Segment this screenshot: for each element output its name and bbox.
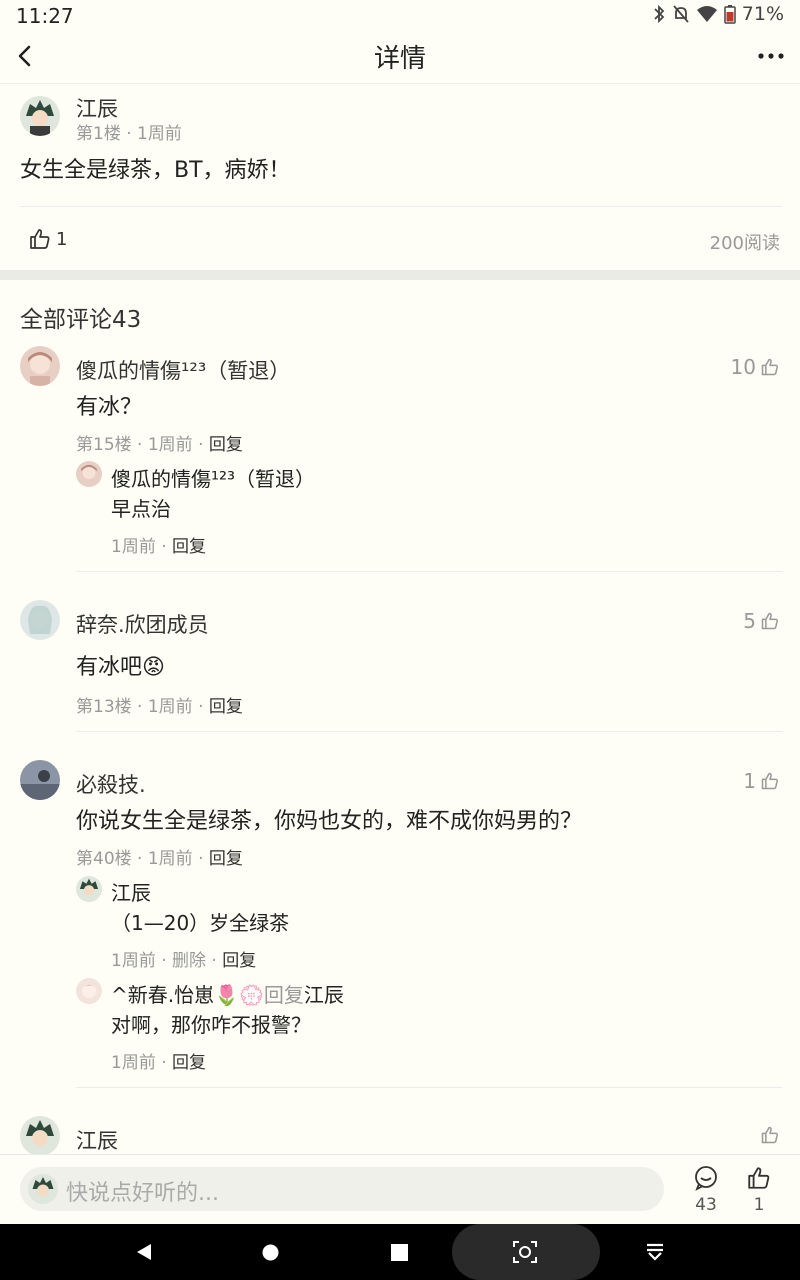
bottom-action-bar: 快说点好听的... 43 1 <box>0 1154 800 1224</box>
section-separator <box>0 270 800 280</box>
reply-meta: 1周前 · 回复 <box>111 1048 206 1073</box>
thumbs-up-icon <box>761 1126 778 1144</box>
comments-count: 43 <box>695 1195 717 1215</box>
wifi-icon <box>696 6 717 22</box>
nav-back-icon[interactable] <box>134 1242 154 1262</box>
status-icons: 71% <box>652 3 784 25</box>
thumbs-up-icon <box>761 358 778 376</box>
comment-author-name[interactable]: 江辰 <box>76 1125 118 1155</box>
thumbs-up-icon <box>761 612 778 630</box>
reply-content: 早点治 <box>111 497 171 521</box>
bluetooth-icon <box>654 4 665 24</box>
status-time: 11:27 <box>16 4 74 28</box>
app-bar: 详情 <box>0 30 800 84</box>
comment-divider <box>76 571 782 572</box>
comment-content: 有冰吧😡 <box>76 655 165 680</box>
reply-meta: 1周前 · 回复 <box>111 532 206 557</box>
comments-button[interactable]: 43 <box>686 1165 726 1215</box>
reply-content: 对啊，那你咋不报警？ <box>111 1013 311 1037</box>
reply-meta-text: 1周前 · <box>111 537 173 557</box>
comment-content: 你说女生全是绿茶，你妈也女的，难不成你妈男的？ <box>76 809 583 834</box>
notification-pull-icon[interactable] <box>645 1242 665 1262</box>
screenshot-icon[interactable] <box>512 1240 538 1264</box>
comment-divider <box>76 1087 782 1088</box>
post-content: 女生全是绿茶，BT，病娇！ <box>20 158 291 183</box>
comment-avatar[interactable] <box>20 600 60 640</box>
thumbs-up-icon <box>30 229 50 249</box>
post-meta: 第1楼 · 1周前 <box>76 124 182 144</box>
reply-reply-link[interactable]: 回复 <box>222 951 256 971</box>
post-read-count: 200阅读 <box>709 233 780 254</box>
comment-like-count: 10 <box>730 355 756 379</box>
comment-author-name[interactable]: 辞奈.欣团成员 <box>76 609 209 639</box>
comment-avatar[interactable] <box>20 346 60 386</box>
comment-reply-link[interactable]: 回复 <box>209 849 243 869</box>
comment-like-button[interactable] <box>760 1125 780 1145</box>
reply-avatar[interactable] <box>76 461 102 487</box>
reply-meta: 1周前 · 删除 · 回复 <box>111 946 256 971</box>
reply-reply-link[interactable]: 回复 <box>172 537 206 557</box>
thumbs-up-icon <box>748 1167 770 1189</box>
comment-divider <box>76 731 782 732</box>
battery-level: 71% <box>741 3 784 25</box>
reply-to-word: 回复 <box>263 983 304 1007</box>
post-like-count: 1 <box>56 228 68 250</box>
status-bar: 11:27 71% <box>0 0 800 30</box>
like-button[interactable]: 1 <box>739 1165 779 1215</box>
reply-avatar[interactable] <box>76 876 102 902</box>
post-divider <box>20 206 782 207</box>
comments-title: 全部评论43 <box>20 307 142 333</box>
comment-meta-text: 第13楼 · 1周前 · <box>76 697 209 717</box>
reply-meta-text: 1周前 · 删除 · <box>111 951 223 971</box>
page-title: 详情 <box>373 44 426 74</box>
more-options-icon[interactable] <box>756 46 786 66</box>
post-author-avatar[interactable] <box>20 96 60 136</box>
reply-header: ^新春.怡崽🌷💮回复江辰 <box>111 979 344 1008</box>
comment-like-count: 1 <box>743 769 756 793</box>
reply-reply-link[interactable]: 回复 <box>172 1053 206 1073</box>
reply-to-name[interactable]: 江辰 <box>304 983 344 1007</box>
reply-meta-text: 1周前 · <box>111 1053 173 1073</box>
comment-author-name[interactable]: 傻瓜的情傷¹²³（暂退） <box>76 355 290 385</box>
comment-like-button[interactable]: 5 <box>743 609 780 633</box>
comment-input[interactable]: 快说点好听的... <box>20 1167 664 1211</box>
reply-avatar[interactable] <box>76 978 102 1004</box>
comment-like-button[interactable]: 1 <box>743 769 780 793</box>
comment-reply-link[interactable]: 回复 <box>209 697 243 717</box>
comment-meta: 第40楼 · 1周前 · 回复 <box>76 844 243 869</box>
comment-meta-text: 第15楼 · 1周前 · <box>76 435 209 455</box>
comment-reply-link[interactable]: 回复 <box>209 435 243 455</box>
nav-recents-icon[interactable] <box>391 1244 408 1261</box>
comment-meta: 第13楼 · 1周前 · 回复 <box>76 692 243 717</box>
reply-author-name[interactable]: ^新春.怡崽🌷💮 <box>111 983 264 1007</box>
post-like-button[interactable]: 1 <box>28 227 67 251</box>
likes-count: 1 <box>753 1195 765 1215</box>
my-avatar <box>28 1174 58 1204</box>
comment-like-count: 5 <box>743 609 756 633</box>
comment-avatar[interactable] <box>20 1116 60 1156</box>
comment-meta: 第15楼 · 1周前 · 回复 <box>76 430 243 455</box>
system-nav-bar <box>0 1224 800 1280</box>
comment-bubble-icon <box>695 1166 717 1191</box>
comment-meta-text: 第40楼 · 1周前 · <box>76 849 209 869</box>
nav-home-icon[interactable] <box>262 1244 279 1261</box>
comment-input-placeholder: 快说点好听的... <box>66 1181 219 1206</box>
comment-content: 有冰？ <box>76 395 143 420</box>
thumbs-up-icon <box>761 772 778 790</box>
comment-like-button[interactable]: 10 <box>731 355 780 379</box>
comment-avatar[interactable] <box>20 760 60 800</box>
reply-author-name[interactable]: 江辰 <box>111 877 151 906</box>
reply-author-name[interactable]: 傻瓜的情傷¹²³（暂退） <box>111 463 315 492</box>
mute-bell-icon <box>673 5 689 23</box>
battery-icon <box>724 5 736 24</box>
reply-content: （1—20）岁全绿茶 <box>111 911 290 935</box>
comment-author-name[interactable]: 必殺技. <box>76 769 146 799</box>
